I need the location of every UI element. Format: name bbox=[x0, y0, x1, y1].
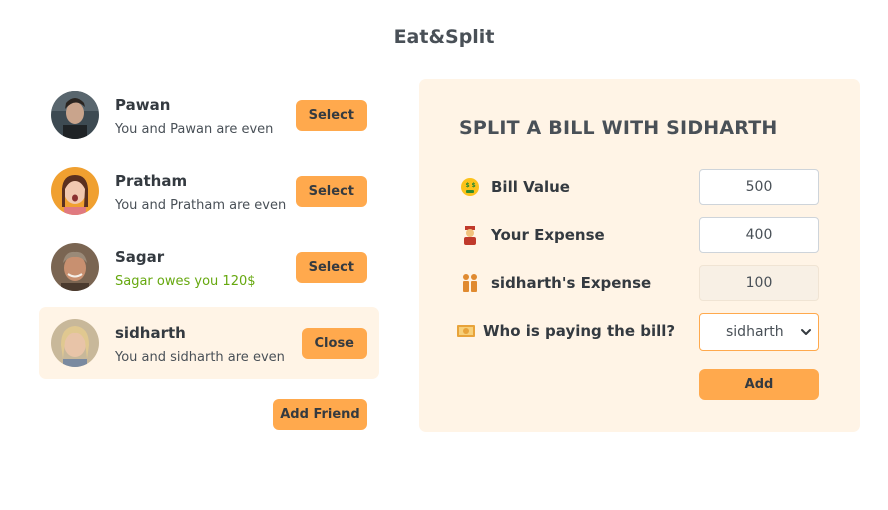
friend-expense-row: sidharth's Expense bbox=[459, 265, 819, 301]
avatar-sidharth bbox=[51, 319, 99, 367]
bill-value-row: $ $ Bill Value bbox=[459, 169, 819, 205]
your-expense-label: Your Expense bbox=[491, 226, 605, 244]
friend-expense-input bbox=[699, 265, 819, 301]
avatar-sagar bbox=[51, 243, 99, 291]
people-icon bbox=[459, 273, 481, 293]
split-form-title: SPLIT A BILL WITH SIDHARTH bbox=[459, 117, 778, 139]
avatar-pratham bbox=[51, 167, 99, 215]
avatar-pawan bbox=[51, 91, 99, 139]
close-friend-button[interactable]: Close bbox=[301, 328, 367, 359]
friend-item-sidharth: sidharth You and sidharth are even Close bbox=[39, 307, 379, 379]
friend-balance-status: Sagar owes you 120$ bbox=[115, 274, 256, 289]
friend-item-sagar: Sagar Sagar owes you 120$ Select bbox=[39, 231, 379, 303]
add-bill-button[interactable]: Add bbox=[699, 369, 819, 400]
friends-list: Pawan You and Pawan are even Select Prat… bbox=[39, 79, 379, 383]
friend-name: Pratham bbox=[115, 172, 188, 190]
friend-balance-status: You and sidharth are even bbox=[115, 350, 285, 365]
add-friend-button[interactable]: Add Friend bbox=[273, 399, 367, 430]
payer-selected-value: sidharth bbox=[726, 324, 784, 340]
friend-name: Pawan bbox=[115, 96, 171, 114]
friend-item-pratham: Pratham You and Pratham are even Select bbox=[39, 155, 379, 227]
payer-select[interactable]: sidharth bbox=[699, 313, 819, 351]
person-icon bbox=[459, 225, 481, 245]
friend-item-pawan: Pawan You and Pawan are even Select bbox=[39, 79, 379, 151]
chevron-down-icon bbox=[800, 326, 812, 342]
friend-balance-status: You and Pratham are even bbox=[115, 198, 287, 213]
friend-balance-status: You and Pawan are even bbox=[115, 122, 274, 137]
friend-name: Sagar bbox=[115, 248, 165, 266]
money-bills-icon bbox=[455, 321, 477, 341]
friend-name: sidharth bbox=[115, 324, 186, 342]
select-friend-button[interactable]: Select bbox=[295, 252, 367, 283]
bill-value-label: Bill Value bbox=[491, 178, 570, 196]
split-bill-form: SPLIT A BILL WITH SIDHARTH $ $ Bill Valu… bbox=[419, 79, 860, 432]
svg-text:$: $ bbox=[472, 182, 476, 189]
money-face-icon: $ $ bbox=[459, 177, 481, 197]
app-title: Eat&Split bbox=[393, 26, 495, 48]
payer-row: Who is paying the bill? sidharth bbox=[457, 313, 819, 351]
bill-value-input[interactable] bbox=[699, 169, 819, 205]
select-friend-button[interactable]: Select bbox=[295, 100, 367, 131]
payer-label: Who is paying the bill? bbox=[483, 322, 676, 340]
svg-text:$: $ bbox=[466, 182, 470, 189]
select-friend-button[interactable]: Select bbox=[295, 176, 367, 207]
your-expense-row: Your Expense bbox=[459, 217, 819, 253]
your-expense-input[interactable] bbox=[699, 217, 819, 253]
friend-expense-label: sidharth's Expense bbox=[491, 274, 652, 292]
